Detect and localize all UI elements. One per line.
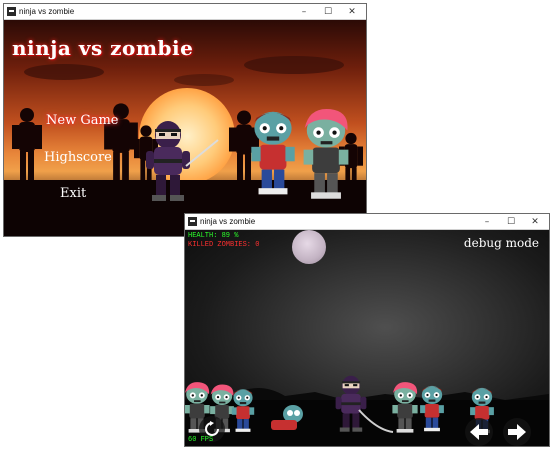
health-readout: HEALTH: 89 % xyxy=(188,232,239,240)
killed-zombies-readout: KILLED ZOMBIES: 0 xyxy=(188,241,260,249)
game-title: ninja vs zombie xyxy=(12,36,194,60)
maximize-button[interactable]: ☐ xyxy=(499,214,523,229)
app-icon xyxy=(7,7,16,16)
arrow-left-icon xyxy=(470,424,488,440)
highscore-button[interactable]: Highscore xyxy=(44,150,112,165)
restart-icon xyxy=(205,421,219,436)
game-scene: HEALTH: 89 % KILLED ZOMBIES: 0 debug mod… xyxy=(185,230,549,446)
game-window: ninja vs zombie – ☐ ✕ HEALTH: 89 % KILLE… xyxy=(185,214,549,446)
zombie-character xyxy=(415,380,449,436)
window-title: ninja vs zombie xyxy=(19,7,75,16)
sword-icon xyxy=(185,139,219,167)
app-icon xyxy=(188,217,197,226)
menu-scene: ninja vs zombie New Game Highscore Exit xyxy=(4,20,366,236)
moon xyxy=(292,230,326,264)
debug-mode-label: debug mode xyxy=(463,236,539,250)
minimize-button[interactable]: – xyxy=(292,4,316,19)
title-bar[interactable]: ninja vs zombie – ☐ ✕ xyxy=(185,214,549,230)
maximize-button[interactable]: ☐ xyxy=(316,4,340,19)
menu-window: ninja vs zombie – ☐ ✕ ninja vs zombie Ne… xyxy=(4,4,366,236)
move-left-button[interactable] xyxy=(465,418,493,446)
fps-counter: 60 FPS xyxy=(188,436,214,444)
move-right-button[interactable] xyxy=(503,418,531,446)
zombie-silhouette xyxy=(12,105,42,185)
new-game-button[interactable]: New Game xyxy=(46,113,118,128)
title-bar[interactable]: ninja vs zombie – ☐ ✕ xyxy=(4,4,366,20)
close-button[interactable]: ✕ xyxy=(523,214,547,229)
window-title: ninja vs zombie xyxy=(200,217,256,226)
arrow-right-icon xyxy=(508,424,526,440)
minimize-button[interactable]: – xyxy=(475,214,499,229)
exit-button[interactable]: Exit xyxy=(60,186,86,201)
close-button[interactable]: ✕ xyxy=(340,4,364,19)
zombie-character xyxy=(294,100,358,210)
fallen-zombie xyxy=(271,405,303,430)
zombie-character xyxy=(227,384,259,436)
